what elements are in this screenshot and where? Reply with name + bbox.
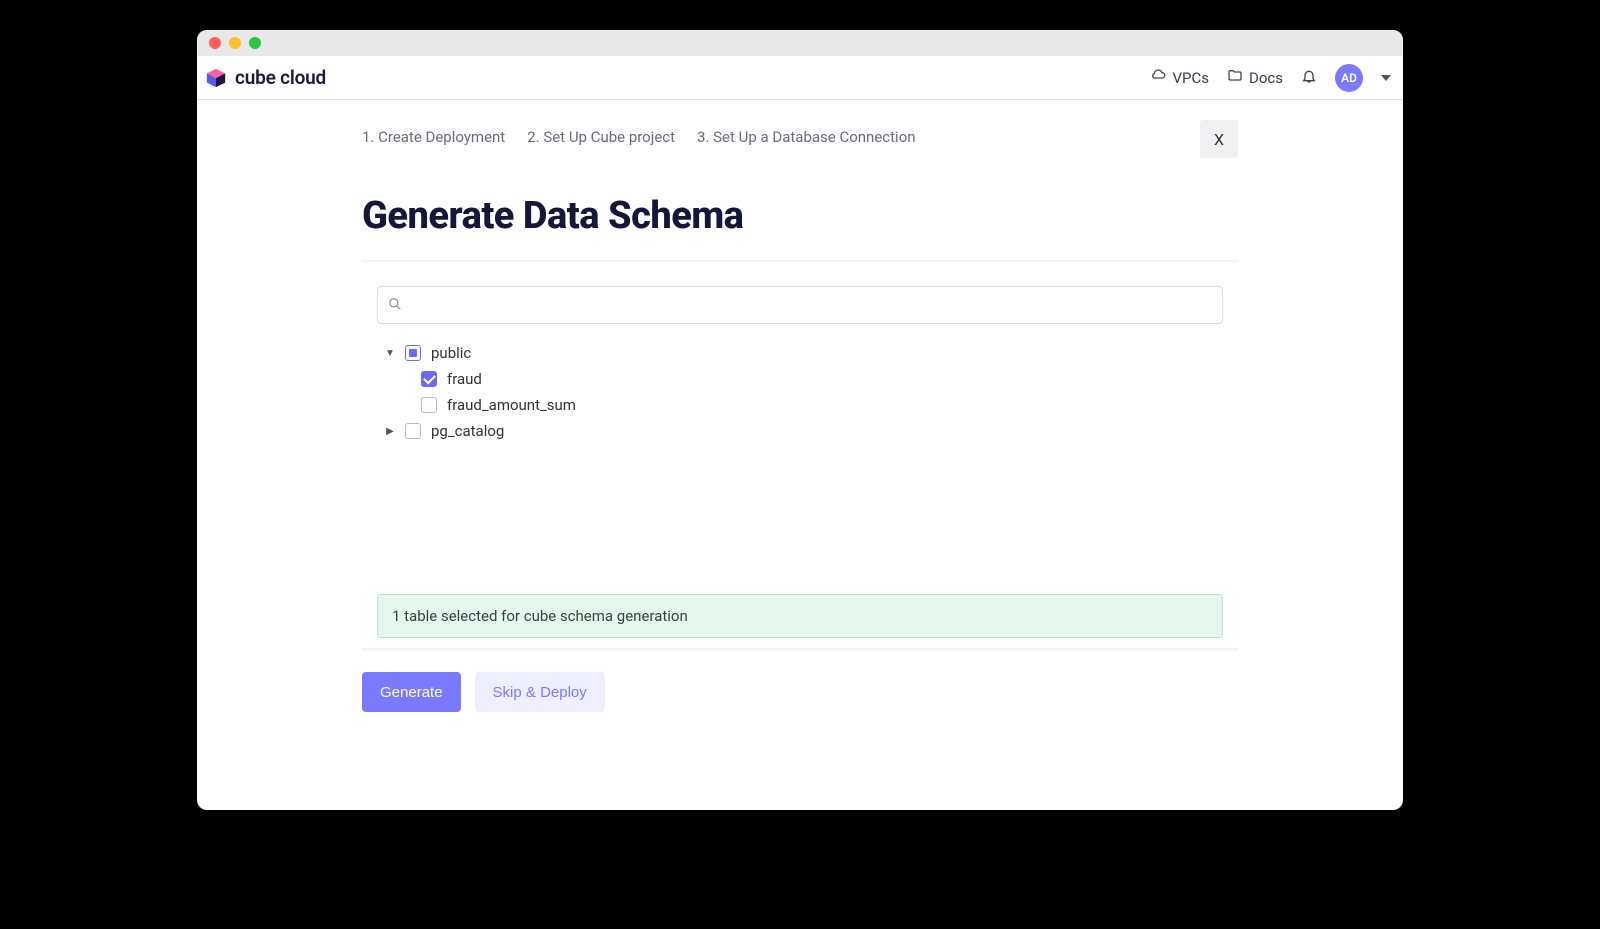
tree-label: pg_catalog [431,422,504,440]
divider [362,260,1238,264]
skip-deploy-button[interactable]: Skip & Deploy [475,672,605,712]
generate-button[interactable]: Generate [362,672,461,712]
tree-node-pg-catalog[interactable]: ▶ pg_catalog [377,418,1223,444]
tree-label: public [431,344,471,362]
topbar-right: VPCs Docs AD [1150,64,1391,92]
cube-logo-icon [205,67,227,89]
window-close-dot[interactable] [209,37,221,49]
app-window: cube cloud VPCs Docs [197,30,1403,810]
search-box[interactable] [377,286,1223,324]
checkbox-fraud[interactable] [421,371,437,387]
chevron-right-icon[interactable]: ▶ [385,426,395,437]
button-row: Generate Skip & Deploy [362,672,1238,712]
breadcrumb-step[interactable]: 2. Set Up Cube project [527,128,675,146]
divider [362,648,1238,652]
folder-icon [1227,68,1243,88]
window-minimize-dot[interactable] [229,37,241,49]
nav-docs[interactable]: Docs [1227,68,1283,88]
page-title: Generate Data Schema [362,194,1238,238]
checkbox-public[interactable] [405,345,421,361]
tree-node-fraud[interactable]: fraud [377,366,1223,392]
bell-icon [1301,68,1317,88]
search-input[interactable] [410,297,1212,313]
search-icon [388,296,402,315]
status-banner: 1 table selected for cube schema generat… [377,594,1223,638]
breadcrumb-step[interactable]: 3. Set Up a Database Connection [697,128,916,146]
nav-vpcs-label: VPCs [1172,69,1209,87]
close-wizard-button[interactable]: X [1200,120,1238,158]
cloud-icon [1150,68,1166,88]
brand-name: cube cloud [235,66,326,89]
content: 1. Create Deployment 2. Set Up Cube proj… [197,100,1403,810]
checkbox-fraud-amount-sum[interactable] [421,397,437,413]
button-label: Generate [380,684,443,701]
tree-node-public[interactable]: ▼ public [377,340,1223,366]
avatar[interactable]: AD [1335,64,1363,92]
mac-titlebar [197,30,1403,56]
tree-node-fraud-amount-sum[interactable]: fraud_amount_sum [377,392,1223,418]
breadcrumb-step[interactable]: 1. Create Deployment [362,128,505,146]
user-menu-caret-icon[interactable] [1381,75,1391,81]
chevron-down-icon[interactable]: ▼ [385,348,395,359]
status-text: 1 table selected for cube schema generat… [392,607,688,625]
nav-notifications[interactable] [1301,68,1317,88]
close-icon: X [1214,130,1224,149]
nav-vpcs[interactable]: VPCs [1150,68,1209,88]
tree-label: fraud_amount_sum [447,396,576,414]
step-row: 1. Create Deployment 2. Set Up Cube proj… [362,100,1238,164]
button-label: Skip & Deploy [493,684,587,701]
topbar: cube cloud VPCs Docs [197,56,1403,100]
window-zoom-dot[interactable] [249,37,261,49]
checkbox-pg-catalog[interactable] [405,423,421,439]
nav-docs-label: Docs [1249,69,1283,87]
avatar-initials: AD [1341,71,1357,85]
brand[interactable]: cube cloud [205,66,326,89]
tree-label: fraud [447,370,482,388]
schema-tree: ▼ public fraud fraud_amount_sum ▶ pg_cat… [377,340,1223,444]
